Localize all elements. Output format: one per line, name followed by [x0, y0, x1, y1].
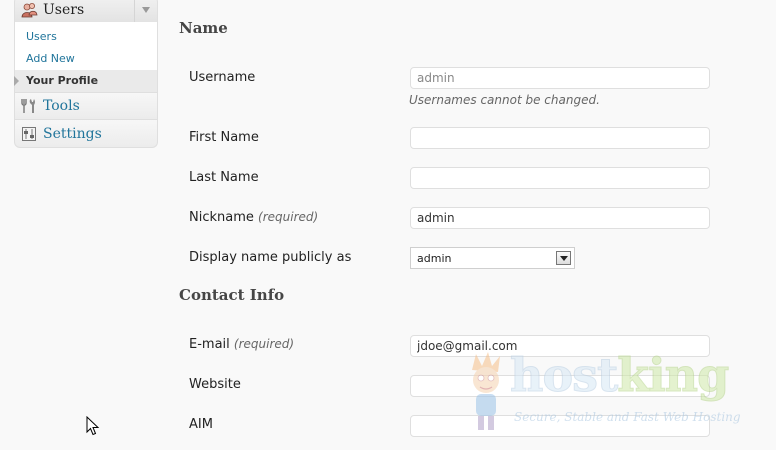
display-name-label: Display name publicly as [189, 250, 352, 265]
sidebar-item-tools-label: Tools [43, 98, 80, 114]
email-label-text: E-mail [189, 337, 230, 352]
profile-form: Name Username Usernames cannot be change… [179, 0, 776, 450]
username-note: Usernames cannot be changed. [409, 93, 600, 107]
users-submenu: Users Add New Your Profile [14, 22, 158, 92]
sidebar-item-settings-label: Settings [43, 125, 102, 142]
users-menu-header[interactable]: Users [14, 0, 158, 22]
mouse-cursor-icon [86, 416, 100, 436]
nickname-label-text: Nickname [189, 210, 254, 225]
nickname-label: Nickname (required) [189, 210, 318, 225]
nickname-field[interactable] [410, 207, 710, 229]
sidebar-item-tools[interactable]: Tools [14, 92, 158, 120]
email-field[interactable] [410, 335, 710, 357]
email-required-note: (required) [233, 337, 295, 351]
display-name-selected-value: admin [417, 251, 452, 265]
select-dropdown-arrow-icon[interactable] [556, 251, 571, 265]
submenu-item-your-profile[interactable]: Your Profile [14, 70, 157, 92]
section-title-name: Name [179, 19, 228, 37]
first-name-field[interactable] [410, 127, 710, 149]
admin-sidebar: Users Users Add New Your Profile Tools S… [14, 0, 158, 148]
section-title-contact-info: Contact Info [179, 286, 285, 304]
website-field[interactable] [410, 375, 710, 397]
users-menu-label: Users [43, 1, 85, 18]
tools-icon [21, 98, 37, 114]
username-field[interactable] [410, 67, 710, 89]
display-name-select[interactable]: admin [410, 247, 575, 269]
aim-label: AIM [189, 417, 213, 432]
first-name-label: First Name [189, 130, 259, 145]
last-name-label: Last Name [189, 170, 259, 185]
nickname-required-note: (required) [258, 210, 319, 224]
submenu-item-users[interactable]: Users [15, 26, 157, 48]
username-label: Username [189, 70, 256, 85]
settings-icon [21, 126, 37, 142]
email-label: E-mail (required) [189, 337, 294, 352]
website-label: Website [189, 377, 241, 392]
sidebar-item-settings[interactable]: Settings [14, 120, 158, 148]
last-name-field[interactable] [410, 167, 710, 189]
menu-toggle-arrow-icon[interactable] [134, 0, 157, 22]
users-icon [21, 2, 39, 18]
submenu-item-add-new[interactable]: Add New [15, 48, 157, 70]
aim-field[interactable] [410, 415, 710, 437]
